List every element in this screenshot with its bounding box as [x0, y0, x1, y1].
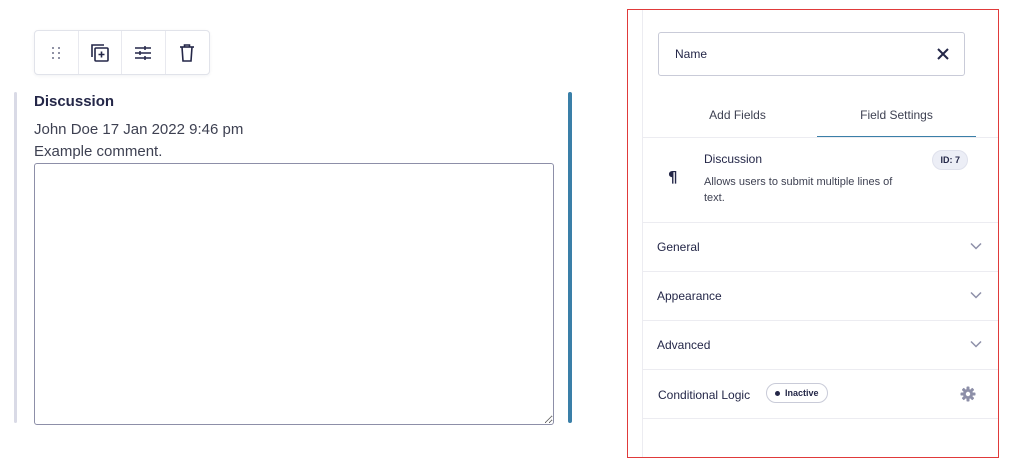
- chevron-down-icon: [970, 242, 982, 250]
- panel-tabs: Add Fields Field Settings: [658, 98, 976, 138]
- comment-text: Example comment.: [34, 143, 163, 160]
- conditional-logic-status-badge: Inactive: [766, 383, 828, 403]
- name-field-value: Name: [675, 47, 708, 61]
- field-id-badge: ID: 7: [932, 150, 968, 170]
- field-toolbar: [34, 30, 210, 75]
- field-label: Discussion: [34, 93, 115, 110]
- conditional-logic-status: Inactive: [785, 388, 819, 398]
- section-advanced-label: Advanced: [657, 338, 711, 352]
- form-editor: Discussion John Doe 17 Jan 2022 9:46 pm …: [0, 0, 1024, 470]
- trash-icon: [180, 43, 195, 62]
- field-info-description: Allows users to submit multiple lines of…: [704, 176, 893, 204]
- discussion-textarea[interactable]: [34, 163, 554, 425]
- section-appearance[interactable]: Appearance: [642, 271, 998, 320]
- field-left-border: [14, 92, 17, 423]
- section-advanced[interactable]: Advanced: [642, 320, 998, 369]
- drag-handle-icon: [52, 46, 61, 59]
- field-info: ¶ Discussion Allows users to submit mult…: [642, 138, 998, 222]
- status-dot: [775, 390, 780, 396]
- paragraph-icon: ¶: [668, 168, 678, 186]
- section-general-label: General: [657, 240, 700, 254]
- section-divider: [642, 418, 998, 419]
- field-info-title: Discussion: [704, 152, 763, 166]
- tab-field-settings[interactable]: Field Settings: [817, 98, 976, 138]
- drag-handle-button[interactable]: [35, 31, 79, 74]
- section-appearance-label: Appearance: [657, 289, 722, 303]
- conditional-logic-row: Conditional Logic Inactive: [642, 369, 998, 419]
- section-general[interactable]: General: [642, 222, 998, 271]
- section-divider: [642, 369, 998, 370]
- section-divider: [642, 271, 998, 272]
- gear-icon[interactable]: [960, 386, 976, 402]
- duplicate-icon: [90, 43, 109, 62]
- delete-field-button[interactable]: [166, 31, 209, 74]
- chevron-down-icon: [970, 291, 982, 299]
- conditional-logic-label: Conditional Logic: [658, 388, 751, 402]
- section-divider: [642, 320, 998, 321]
- chevron-down-icon: [970, 340, 982, 348]
- settings-panel: Name Add Fields Field Settings ¶ Discuss…: [627, 9, 999, 458]
- comment-meta: John Doe 17 Jan 2022 9:46 pm: [34, 121, 244, 138]
- name-field[interactable]: Name: [658, 32, 965, 76]
- field-selected-indicator: [568, 92, 572, 423]
- section-divider: [642, 222, 998, 223]
- field-settings-button[interactable]: [122, 31, 166, 74]
- close-icon[interactable]: [936, 47, 950, 61]
- settings-sliders-icon: [135, 45, 152, 60]
- tab-add-fields[interactable]: Add Fields: [658, 98, 817, 138]
- duplicate-field-button[interactable]: [79, 31, 122, 74]
